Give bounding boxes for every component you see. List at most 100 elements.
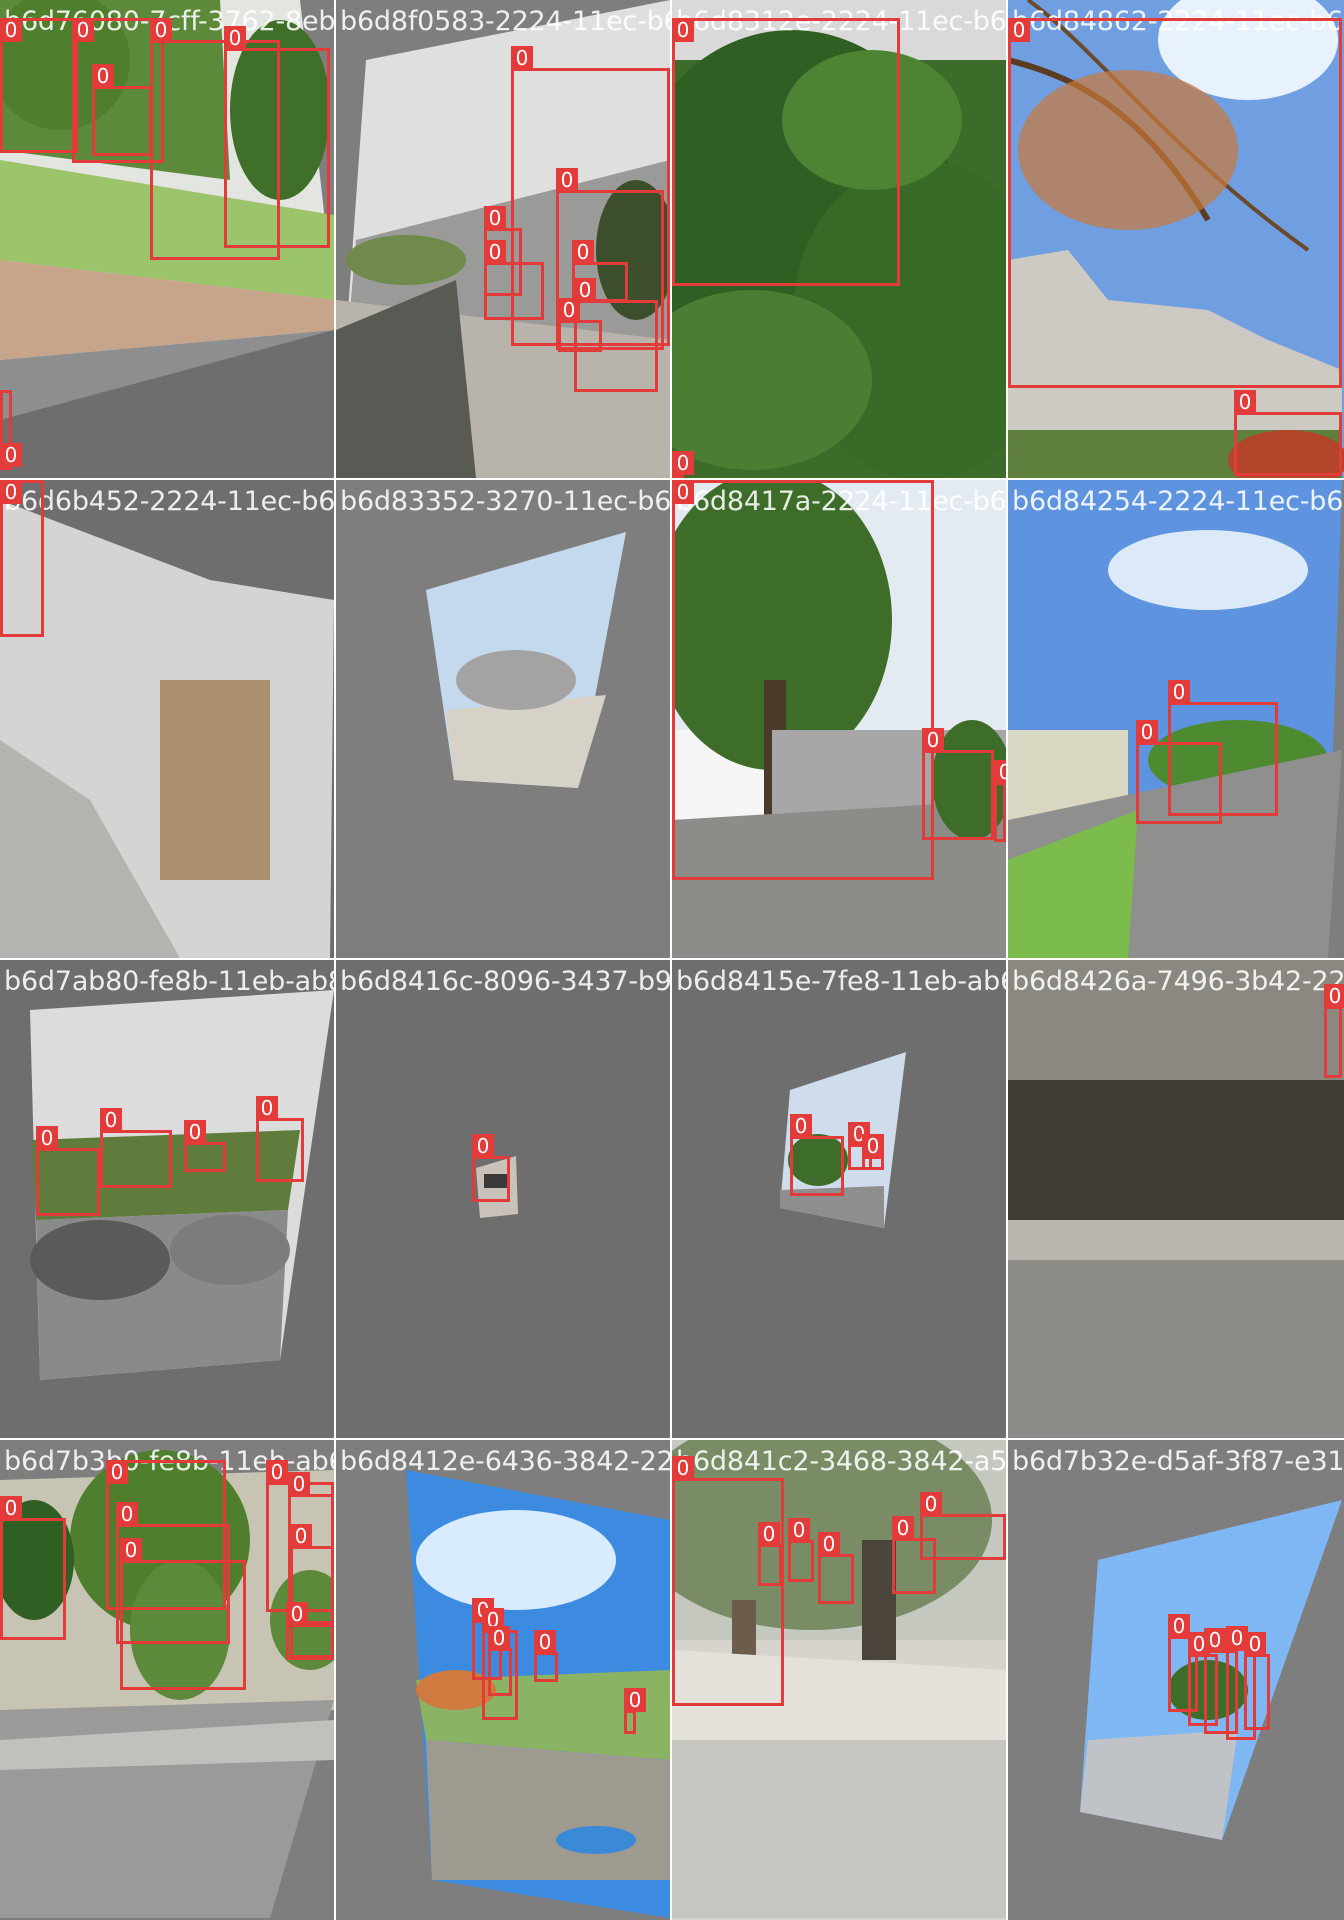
detection-box: 0 bbox=[534, 1630, 558, 1682]
detection-class-label: 0 bbox=[920, 1492, 942, 1516]
detection-class-label: 0 bbox=[0, 18, 22, 42]
detection-class-label: 0 bbox=[1008, 18, 1030, 42]
scene-backdrop bbox=[336, 480, 670, 958]
tile-filename: b6d84254-2224-11ec-b6d6b452-2224-1.jpe bbox=[1012, 486, 1344, 517]
detection-class-label: 0 bbox=[286, 1602, 308, 1626]
detection-box: 0 bbox=[672, 18, 900, 286]
detection-box: 0 bbox=[922, 728, 994, 840]
detection-class-label: 0 bbox=[558, 298, 580, 322]
image-tile: b6d7ab80-fe8b-11eb-ab8d-2224-1.jpe 0 0 0 0 bbox=[0, 960, 334, 1438]
detection-class-label: 0 bbox=[511, 46, 533, 70]
detection-class-label: 0 bbox=[862, 1134, 884, 1158]
detection-class-label: 0 bbox=[290, 1524, 312, 1548]
detection-box: 0 bbox=[36, 1126, 100, 1216]
detection-class-label: 0 bbox=[472, 1134, 494, 1158]
tile-filename: b6d6b452-2224-11ec-b6d6b452-2224-1.jpe bbox=[4, 486, 334, 517]
image-tile: b6d84254-2224-11ec-b6d6b452-2224-1.jpe 00 bbox=[1008, 480, 1344, 958]
detection-class-label: 0 bbox=[0, 443, 22, 467]
detection-class-label: 0 bbox=[1168, 1614, 1190, 1638]
detection-box: 0 bbox=[286, 1602, 334, 1660]
detection-class-label: 0 bbox=[672, 480, 694, 504]
detection-class-label: 0 bbox=[922, 728, 944, 752]
image-tile: b6d8312e-2224-11ec-b6d6b452-2224-1.jpe00 bbox=[672, 0, 1006, 478]
detection-box: 0 bbox=[1244, 1632, 1270, 1730]
detection-class-label: 0 bbox=[36, 1126, 58, 1150]
scene-backdrop bbox=[672, 960, 1006, 1438]
detection-box: 0 bbox=[994, 760, 1006, 842]
detection-box: 0 bbox=[558, 298, 602, 352]
image-tile: b6d83352-3270-11ec-b6d6b452-2224-1.jpe bbox=[336, 480, 670, 958]
image-tile: b6d84862-2224-11ec-b6d6b452-2224-1.jpe00 bbox=[1008, 0, 1344, 478]
detection-class-label: 0 bbox=[224, 26, 246, 50]
detection-class-label: 0 bbox=[106, 1460, 128, 1484]
image-tile: b6d7b3b0-fe8b-11eb-ab6d-2224-1.jpe000000… bbox=[0, 1440, 334, 1920]
detection-box: 0 bbox=[116, 1502, 230, 1644]
detection-box: 0 bbox=[1008, 18, 1342, 388]
image-tile: b6d8415e-7fe8-11eb-ab6d-2224-1.jpe000 bbox=[672, 960, 1006, 1438]
detection-class-label: 0 bbox=[1136, 720, 1158, 744]
detection-class-label: 0 bbox=[788, 1518, 810, 1542]
image-tile: b6d8412e-6436-3842-2224-1.jpe00000 bbox=[336, 1440, 670, 1920]
detection-class-label: 0 bbox=[758, 1522, 780, 1546]
detection-box: 0 bbox=[758, 1522, 782, 1586]
detection-class-label: 0 bbox=[484, 206, 506, 230]
detection-class-label: 0 bbox=[484, 240, 506, 264]
detection-class-label: 0 bbox=[1234, 390, 1256, 414]
detection-box: 0 bbox=[488, 1626, 512, 1696]
tile-filename: b6d8f0583-2224-11ec-b6d6b452-2224-1.jpe bbox=[340, 6, 670, 37]
detection-class-label: 0 bbox=[534, 1630, 556, 1654]
detection-box: 0 bbox=[818, 1532, 854, 1604]
detection-box: 0 bbox=[790, 1114, 844, 1196]
detection-box: 0 bbox=[1324, 984, 1344, 1078]
tile-filename: b6d8426a-7496-3b42-2224-1.jpe bbox=[1012, 966, 1344, 997]
image-tile: b6d8f0583-2224-11ec-b6d6b452-2224-1.jpe 0… bbox=[336, 0, 670, 478]
image-tile: b6d8426a-7496-3b42-2224-1.jpe0 bbox=[1008, 960, 1344, 1438]
tile-filename: b6d841c2-3468-3842-a5e9-2224-1.jpe bbox=[676, 1446, 1006, 1477]
detection-box: 0 bbox=[0, 1496, 66, 1640]
tile-filename: b6d8416c-8096-3437-b966-2224-1.jpe bbox=[340, 966, 670, 997]
detection-class-label: 0 bbox=[818, 1532, 840, 1556]
detection-box: 0 bbox=[672, 480, 934, 880]
detection-box: 0 bbox=[92, 64, 152, 156]
detection-box: 0 bbox=[920, 1492, 1006, 1560]
image-tile: b6d841c2-3468-3842-a5e9-2224-1.jpe000000 bbox=[672, 1440, 1006, 1920]
detection-box: 0 bbox=[184, 1120, 226, 1172]
detection-class-label: 0 bbox=[1324, 984, 1344, 1008]
detection-class-label: 0 bbox=[672, 1456, 694, 1480]
image-tile: b6d8417a-2224-11ec-b6d6b452-2224-1.jpe00… bbox=[672, 480, 1006, 958]
detection-class-label: 0 bbox=[624, 1688, 646, 1712]
detection-class-label: 0 bbox=[1244, 1632, 1266, 1656]
detection-class-label: 0 bbox=[1168, 680, 1190, 704]
detection-box: 0 bbox=[224, 26, 330, 248]
detection-class-label: 0 bbox=[488, 1626, 510, 1650]
detection-box: 0 bbox=[256, 1096, 304, 1182]
image-mosaic: b6d76080-7cff-3762-8eb7-f5ef1b34bbf3.jpe… bbox=[0, 0, 1344, 1920]
detection-class-label: 0 bbox=[100, 1108, 122, 1132]
detection-box: 0 bbox=[0, 480, 44, 637]
detection-box: 0 bbox=[0, 390, 22, 470]
tile-filename: b6d83352-3270-11ec-b6d6b452-2224-1.jpe bbox=[340, 486, 670, 517]
detection-class-label: 0 bbox=[72, 18, 94, 42]
detection-class-label: 0 bbox=[1204, 1628, 1226, 1652]
detection-box: 0 bbox=[472, 1134, 510, 1202]
tile-filename: b6d7ab80-fe8b-11eb-ab8d-2224-1.jpe bbox=[4, 966, 334, 997]
detection-class-label: 0 bbox=[256, 1096, 278, 1120]
detection-class-label: 0 bbox=[892, 1516, 914, 1540]
detection-box: 0 bbox=[100, 1108, 172, 1188]
detection-class-label: 0 bbox=[150, 18, 172, 42]
detection-class-label: 0 bbox=[92, 64, 114, 88]
detection-class-label: 0 bbox=[0, 1496, 22, 1520]
detection-box: 0 bbox=[624, 1688, 646, 1734]
tile-filename: b6d8415e-7fe8-11eb-ab6d-2224-1.jpe bbox=[676, 966, 1006, 997]
detection-class-label: 0 bbox=[556, 168, 578, 192]
tile-filename: b6d7b32e-d5af-3f87-e31b-2224-1.jpe bbox=[1012, 1446, 1344, 1477]
image-tile: b6d7b32e-d5af-3f87-e31b-2224-1.jpe00000 bbox=[1008, 1440, 1344, 1920]
detection-box: 0 bbox=[0, 18, 78, 153]
image-tile: b6d8416c-8096-3437-b966-2224-1.jpe 0 bbox=[336, 960, 670, 1438]
detection-class-label: 0 bbox=[994, 760, 1006, 784]
detection-class-label: 0 bbox=[0, 480, 22, 504]
detection-class-label: 0 bbox=[572, 240, 594, 264]
detection-box: 0 bbox=[672, 451, 694, 478]
detection-box: 0 bbox=[1234, 390, 1342, 476]
detection-class-label: 0 bbox=[116, 1502, 138, 1526]
